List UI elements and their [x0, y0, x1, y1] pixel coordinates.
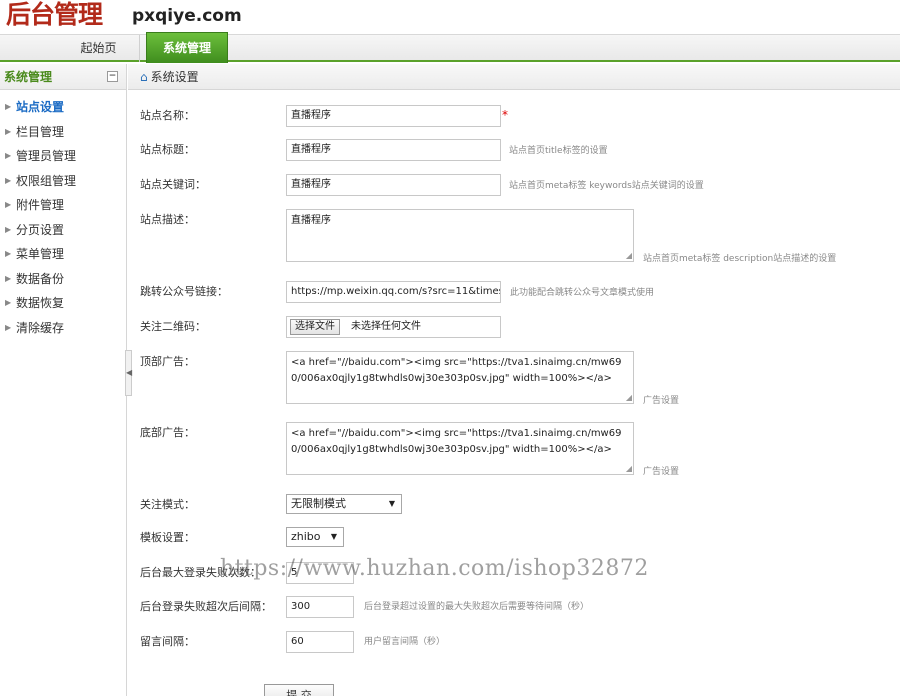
site-title-label: 站点标题：: [140, 143, 195, 156]
sidebar-item-permission-groups[interactable]: ▶ 权限组管理: [0, 169, 126, 194]
submit-button[interactable]: 提 交: [264, 684, 334, 696]
site-name-label: 站点名称：: [140, 109, 195, 122]
sidebar-item-label: 菜单管理: [16, 247, 65, 261]
home-icon: ⌂: [140, 70, 148, 84]
sidebar-item-label: 权限组管理: [16, 173, 77, 188]
sidebar-item-site-settings[interactable]: ▶ 站点设置: [0, 95, 126, 120]
login-wait-input[interactable]: 300: [286, 596, 354, 618]
no-file-text: 未选择任何文件: [351, 321, 421, 332]
sidebar-item-backup[interactable]: ▶ 数据备份: [0, 267, 126, 292]
template-select[interactable]: zhibo ▼: [286, 527, 344, 547]
header: 后台管理 pxqiye.com: [0, 0, 900, 34]
site-description-label: 站点描述：: [140, 213, 195, 226]
site-keywords-input[interactable]: 直播程序: [286, 174, 501, 196]
sidebar-item-label: 清除缓存: [16, 320, 65, 335]
tab-system-management[interactable]: 系统管理: [146, 32, 228, 63]
message-interval-hint: 用户留言间隔（秒）: [364, 637, 446, 647]
site-name-input[interactable]: 直播程序: [286, 105, 501, 127]
chevron-right-icon: ▶: [5, 273, 12, 283]
sidebar-header: 系统管理 −: [0, 64, 126, 90]
wechat-link-hint: 此功能配合跳转公众号文章模式使用: [510, 288, 655, 298]
follow-mode-value: 无限制模式: [291, 497, 346, 510]
sidebar-item-pagination[interactable]: ▶ 分页设置: [0, 218, 126, 243]
wechat-link-label: 跳转公众号链接：: [140, 285, 228, 298]
top-ad-hint: 广告设置: [643, 396, 680, 406]
follow-mode-label: 关注模式：: [140, 498, 195, 511]
site-keywords-hint: 站点首页meta标签 keywords站点关键词的设置: [509, 181, 704, 191]
chevron-right-icon: ▶: [5, 151, 12, 160]
sidebar-item-label: 数据备份: [16, 271, 65, 286]
bottom-ad-label: 底部广告：: [140, 426, 195, 439]
sidebar-item-clear-cache[interactable]: ▶ 清除缓存: [0, 316, 126, 341]
max-login-fail-label: 后台最大登录失败次数：: [140, 566, 261, 579]
chevron-right-icon: ▶: [5, 322, 12, 332]
resize-grip-icon[interactable]: ◢: [626, 252, 632, 260]
sidebar-item-label: 附件管理: [16, 198, 65, 212]
chevron-right-icon: ▶: [5, 126, 12, 136]
sidebar-title: 系统管理: [4, 70, 53, 84]
sidebar-item-label: 数据恢复: [16, 296, 65, 310]
max-login-fail-input[interactable]: 5: [286, 562, 354, 584]
sidebar-item-label: 管理员管理: [16, 149, 77, 163]
follow-mode-select[interactable]: 无限制模式 ▼: [286, 494, 402, 514]
required-mark: *: [502, 108, 508, 122]
login-wait-label: 后台登录失败超次后间隔：: [140, 600, 272, 613]
logo-domain: pxqiye.com: [132, 6, 242, 26]
resize-grip-icon[interactable]: ◢: [626, 465, 632, 473]
template-label: 模板设置：: [140, 531, 195, 544]
sidebar-item-menus[interactable]: ▶ 菜单管理: [0, 242, 126, 267]
page-title: 系统设置: [150, 70, 199, 84]
login-wait-hint: 后台登录超过设置的最大失败超次后需要等待间隔（秒）: [364, 602, 590, 612]
chevron-right-icon: ▶: [5, 224, 12, 234]
top-ad-value: <a href="//baidu.com"><img src="https://…: [291, 357, 622, 384]
bottom-ad-hint: 广告设置: [643, 467, 680, 477]
logo: 后台管理: [6, 0, 103, 29]
top-ad-label: 顶部广告：: [140, 355, 195, 368]
sidebar-menu: ▶ 站点设置 ▶ 栏目管理 ▶ 管理员管理 ▶ 权限组管理 ▶ 附件管理 ▶ 分页设置 ▶ 菜…: [0, 90, 126, 340]
app-window: 后台管理 pxqiye.com 起始页 系统管理 系统管理 − ▶ 站点设置 ▶ 栏…: [0, 0, 900, 696]
chevron-right-icon: ▶: [5, 175, 12, 185]
chevron-right-icon: ▶: [5, 298, 12, 307]
site-description-hint: 站点首页meta标签 description站点描述的设置: [643, 254, 837, 264]
chevron-right-icon: ▶: [5, 102, 12, 111]
bottom-ad-value: <a href="//baidu.com"><img src="https://…: [291, 428, 622, 455]
sidebar-item-label: 栏目管理: [16, 124, 65, 139]
bottom-ad-textarea[interactable]: <a href="//baidu.com"><img src="https://…: [286, 422, 634, 475]
site-description-value: 直播程序: [291, 215, 331, 226]
top-nav: 起始页 系统管理: [0, 32, 900, 63]
qrcode-label: 关注二维码：: [140, 320, 206, 333]
chevron-right-icon: ▶: [5, 200, 12, 209]
qrcode-file-input[interactable]: 选择文件 未选择任何文件: [286, 316, 501, 338]
sidebar-item-admins[interactable]: ▶ 管理员管理: [0, 144, 126, 169]
tab-home[interactable]: 起始页: [58, 35, 140, 62]
site-description-textarea[interactable]: 直播程序 ◢: [286, 209, 634, 262]
sidebar-item-label: 站点设置: [16, 100, 65, 114]
choose-file-button[interactable]: 选择文件: [290, 319, 340, 335]
sidebar-item-label: 分页设置: [16, 222, 65, 237]
message-interval-label: 留言间隔：: [140, 635, 195, 648]
sidebar-item-columns[interactable]: ▶ 栏目管理: [0, 120, 126, 145]
message-interval-input[interactable]: 60: [286, 631, 354, 653]
sidebar-item-attachments[interactable]: ▶ 附件管理: [0, 193, 126, 218]
chevron-down-icon: ▼: [330, 532, 337, 541]
template-value: zhibo: [291, 530, 321, 543]
wechat-link-input[interactable]: https://mp.weixin.qq.com/s?src=11&timest…: [286, 281, 501, 303]
main-content: ⌂ 系统设置 站点名称： 直播程序 * 站点标题： 直播程序 站点首页title标…: [128, 64, 900, 696]
site-title-hint: 站点首页title标签的设置: [509, 146, 608, 156]
chevron-down-icon: ▼: [388, 499, 395, 508]
collapse-icon[interactable]: −: [107, 71, 118, 82]
site-title-input[interactable]: 直播程序: [286, 139, 501, 161]
breadcrumb: ⌂ 系统设置: [128, 64, 900, 90]
sidebar-item-restore[interactable]: ▶ 数据恢复: [0, 291, 126, 316]
chevron-right-icon: ▶: [5, 249, 12, 258]
sidebar: 系统管理 − ▶ 站点设置 ▶ 栏目管理 ▶ 管理员管理 ▶ 权限组管理 ▶ 附件管理 ▶…: [0, 64, 127, 696]
top-ad-textarea[interactable]: <a href="//baidu.com"><img src="https://…: [286, 351, 634, 404]
resize-grip-icon[interactable]: ◢: [626, 394, 632, 402]
site-keywords-label: 站点关键词：: [140, 178, 206, 191]
